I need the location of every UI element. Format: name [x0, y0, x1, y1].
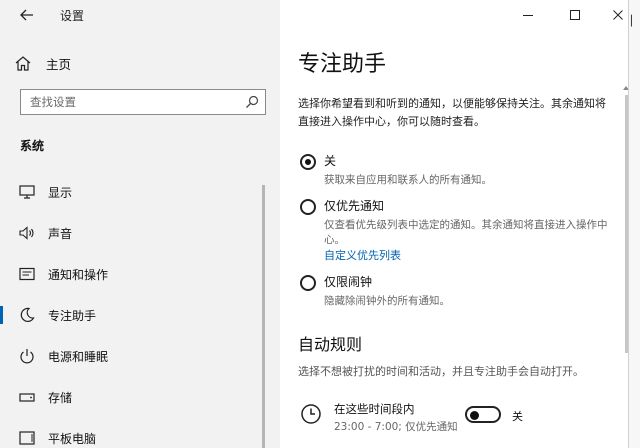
radio-button[interactable]: [300, 199, 316, 215]
sidebar-item-label: 存储: [48, 390, 73, 405]
option-description: 仅查看优先级列表中选定的通知。其余通知将直接进入操作中心。: [324, 219, 608, 246]
option-label: 关: [324, 154, 337, 168]
sidebar-item-notifications[interactable]: 通知和操作: [0, 258, 262, 290]
rule-toggle-switch[interactable]: [465, 406, 501, 423]
close-button[interactable]: [603, 4, 628, 26]
background-window-edge: ▏: [628, 0, 640, 448]
selected-indicator: [0, 306, 3, 324]
home-link[interactable]: 主页: [14, 50, 71, 76]
home-label: 主页: [46, 56, 72, 72]
rule-title: 在这些时间段内: [334, 402, 415, 416]
maximize-icon: [570, 10, 580, 20]
option-description: 隐藏除闹钟外的所有通知。: [324, 295, 450, 307]
sidebar-item-label: 声音: [48, 226, 73, 241]
sidebar-item-storage[interactable]: 存储: [0, 381, 262, 413]
storage-icon: [18, 391, 36, 403]
radio-button-checked[interactable]: [300, 154, 316, 170]
toggle-state-label: 关: [512, 410, 523, 423]
maximize-button[interactable]: [560, 4, 590, 26]
sidebar-scrollbar[interactable]: [262, 185, 265, 448]
page-description: 选择你希望看到和听到的通知，以便能够保持关注。其余通知将直接进入操作中心，你可以…: [298, 97, 606, 128]
search-icon[interactable]: [245, 95, 259, 109]
sidebar-item-label: 显示: [48, 185, 73, 200]
back-button[interactable]: [14, 3, 40, 27]
rule-subtitle: 23:00 - 7:00; 仅优先通知: [334, 421, 458, 433]
tablet-icon: [18, 431, 36, 445]
option-label: 仅限闹钟: [324, 275, 373, 289]
sidebar-item-label: 专注助手: [48, 308, 97, 323]
search-input[interactable]: [21, 90, 241, 114]
home-icon: [14, 55, 32, 71]
page-title: 专注助手: [298, 52, 387, 77]
monitor-icon: [18, 185, 36, 199]
main-content: 专注助手 选择你希望看到和听到的通知，以便能够保持关注。其余通知将直接进入操作中…: [280, 0, 628, 448]
sidebar-item-focus-assist[interactable]: 专注助手: [0, 299, 262, 331]
notification-icon: [18, 267, 36, 281]
rule-during-these-times[interactable]: 在这些时间段内 23:00 - 7:00; 仅优先通知 关: [300, 400, 620, 440]
app-title: 设置: [60, 9, 85, 23]
section-label: 系统: [20, 139, 45, 153]
back-arrow-icon: [20, 9, 33, 21]
search-box[interactable]: [20, 89, 266, 115]
background-glyph: ▏: [631, 16, 639, 27]
close-icon: [613, 10, 623, 20]
sidebar-item-tablet[interactable]: 平板电脑: [0, 422, 262, 448]
minimize-button[interactable]: [513, 4, 543, 26]
option-description: 获取来自应用和联系人的所有通知。: [324, 174, 492, 186]
automatic-rules-heading: 自动规则: [298, 335, 363, 354]
option-label: 仅优先通知: [324, 199, 385, 213]
sidebar-item-label: 电源和睡眠: [48, 349, 109, 364]
minimize-icon: [523, 15, 533, 16]
automatic-rules-description: 选择不想被打扰的时间和活动，并且专注助手会自动打开。: [298, 365, 584, 378]
sidebar-item-display[interactable]: 显示: [0, 176, 262, 208]
clock-icon: [301, 404, 321, 424]
moon-icon: [18, 307, 36, 323]
sidebar-item-label: 平板电脑: [48, 431, 97, 446]
power-icon: [18, 348, 36, 364]
sidebar-item-power[interactable]: 电源和睡眠: [0, 340, 262, 372]
settings-window: 设置 主页 系统 显示 声音: [0, 0, 628, 448]
speaker-icon: [18, 226, 36, 240]
toggle-knob: [470, 410, 479, 420]
sidebar-item-sound[interactable]: 声音: [0, 217, 262, 249]
sidebar-item-label: 通知和操作: [48, 267, 109, 282]
radio-button[interactable]: [300, 275, 316, 291]
customize-priority-link[interactable]: 自定义优先列表: [324, 247, 401, 263]
sidebar: 设置 主页 系统 显示 声音: [0, 0, 280, 448]
